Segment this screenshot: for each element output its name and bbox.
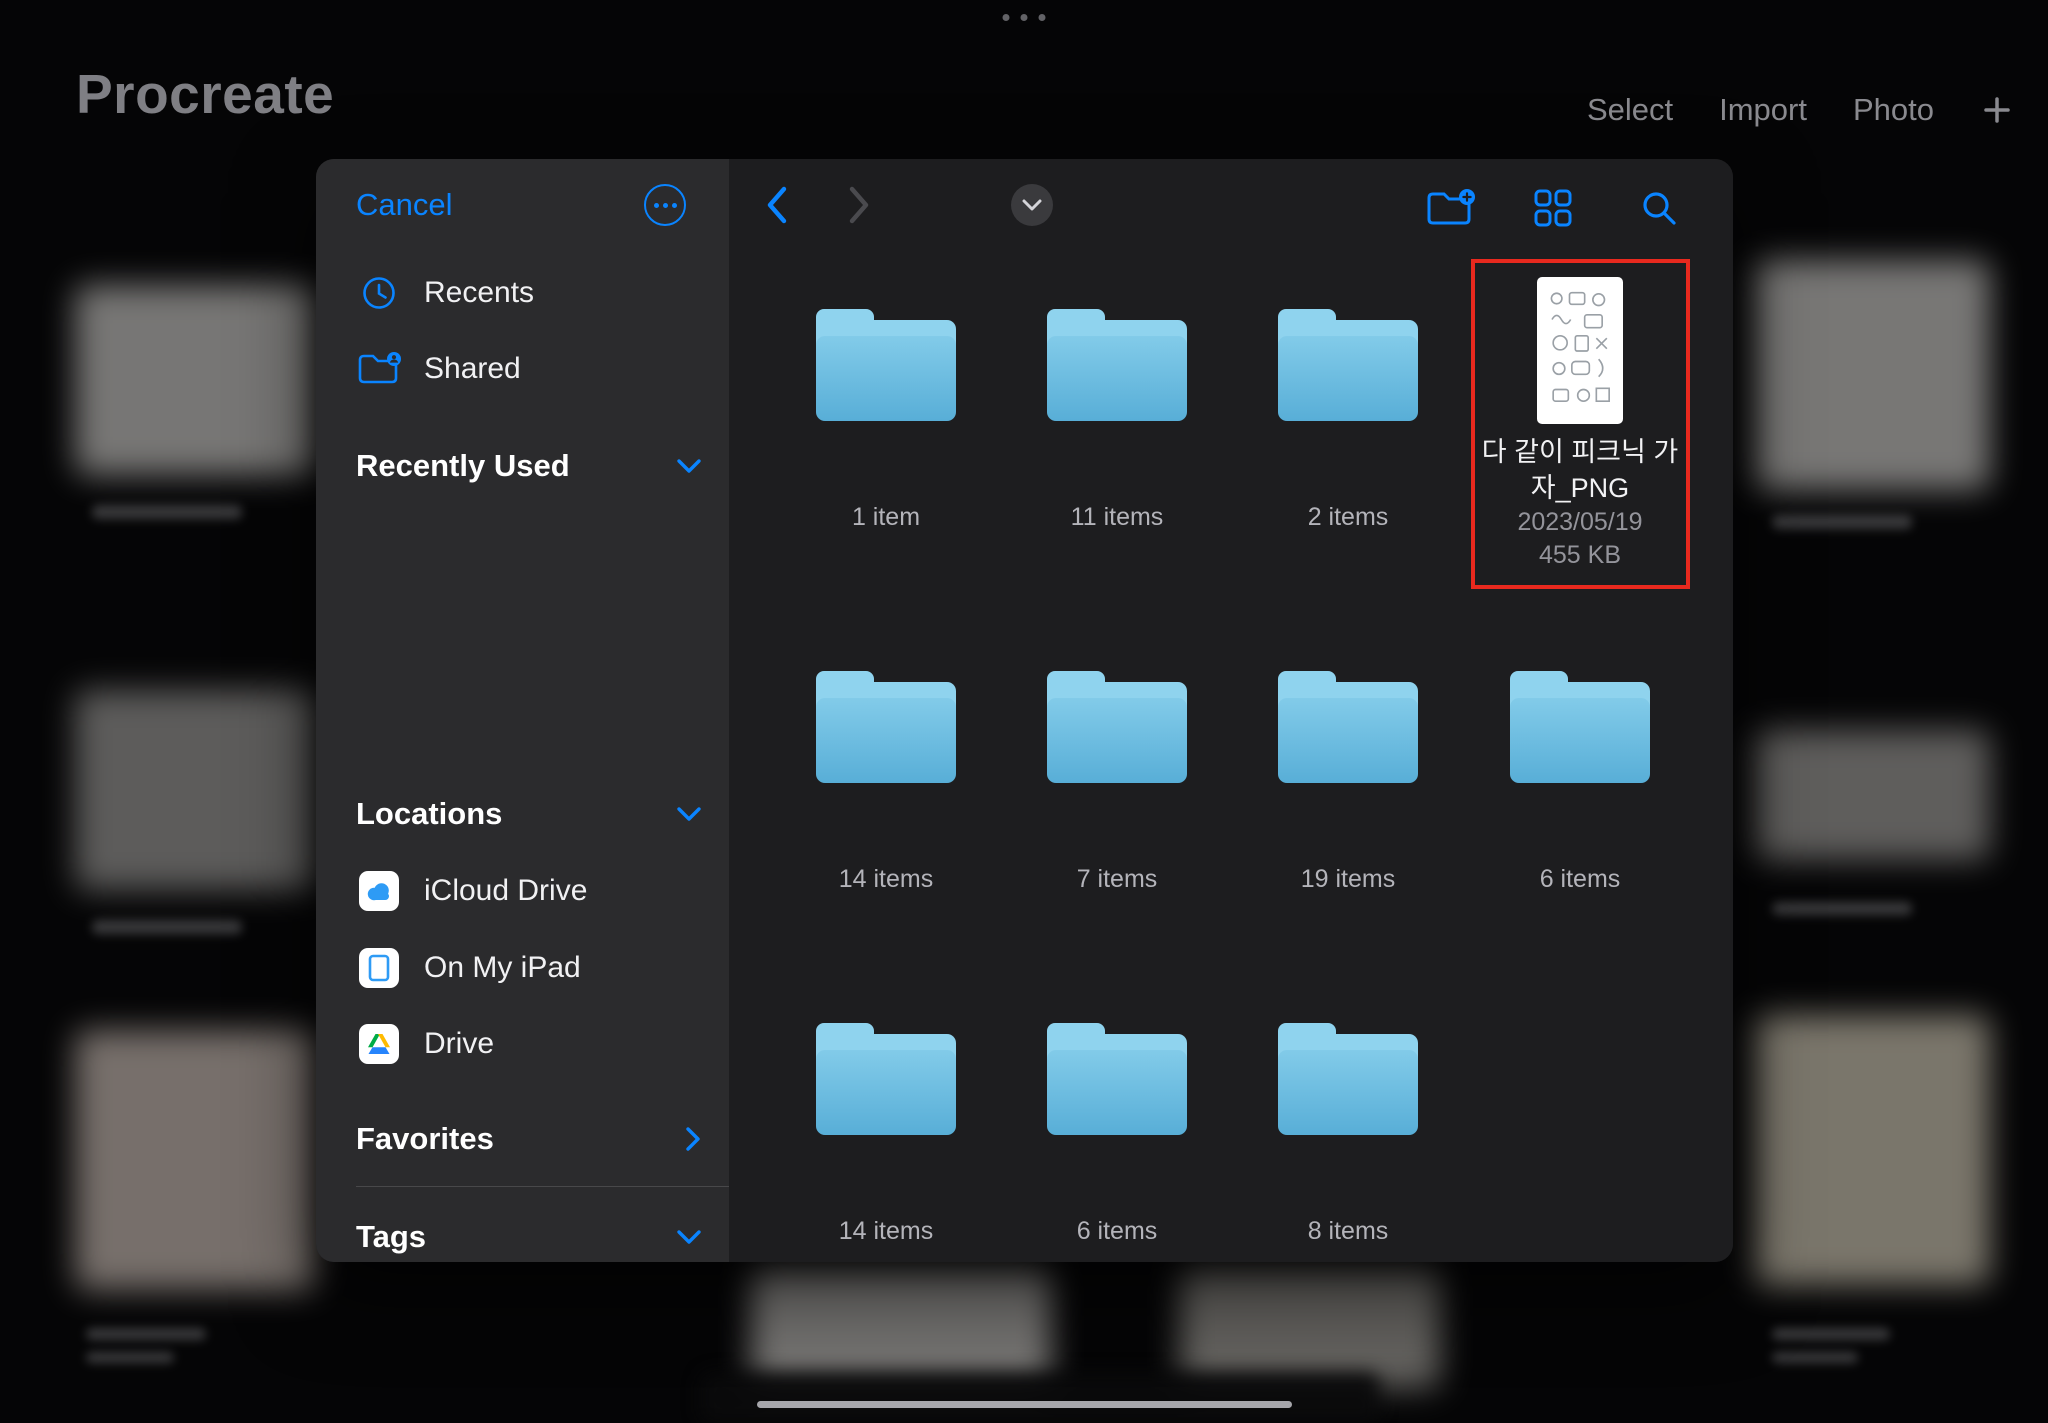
sidebar-divider: [356, 1186, 729, 1187]
back-button[interactable]: [764, 185, 789, 230]
icloud-drive-icon: [359, 871, 399, 911]
section-locations[interactable]: Locations: [356, 790, 702, 838]
grid-icon: [1533, 188, 1573, 228]
blurred-artwork: [1755, 1015, 1990, 1285]
sidebar-item-label: iCloud Drive: [424, 874, 587, 908]
cancel-button[interactable]: Cancel: [356, 187, 453, 223]
chevron-right-icon: [685, 1126, 702, 1152]
section-recently-used[interactable]: Recently Used: [356, 442, 702, 490]
folder-item[interactable]: 2 items: [1238, 309, 1458, 532]
chevron-down-icon: [1022, 199, 1042, 211]
folder-icon: [1047, 309, 1187, 421]
folder-item-count: 8 items: [1308, 1217, 1389, 1246]
blurred-artwork: [751, 1268, 1051, 1388]
section-favorites[interactable]: Favorites: [356, 1115, 702, 1163]
files-picker-modal: Cancel Recents Shared Recently Used: [316, 159, 1733, 1262]
folder-item[interactable]: 8 items: [1238, 1023, 1458, 1246]
grid-view-button[interactable]: [1533, 188, 1573, 233]
sidebar-item-label: On My iPad: [424, 951, 581, 985]
sidebar-item-icloud-drive[interactable]: iCloud Drive: [356, 867, 587, 915]
folder-item[interactable]: 7 items: [1007, 671, 1227, 894]
file-date: 2023/05/19: [1517, 506, 1642, 539]
folder-item-count: 6 items: [1540, 865, 1621, 894]
folder-icon: [1047, 1023, 1187, 1135]
home-indicator[interactable]: [757, 1401, 1292, 1408]
blurred-artwork: [75, 1030, 315, 1290]
ipad-icon: [359, 948, 399, 988]
section-tags[interactable]: Tags: [356, 1213, 702, 1261]
chevron-left-icon: [764, 185, 789, 225]
blurred-artwork: [700, 1372, 1380, 1423]
search-icon: [1639, 188, 1679, 228]
sidebar-item-on-my-ipad[interactable]: On My iPad: [356, 944, 581, 992]
more-options-button[interactable]: [644, 184, 686, 226]
chevron-down-icon: [676, 458, 702, 475]
file-name: 다 같이 피크닉 가 자_PNG: [1482, 434, 1678, 506]
folder-item-count: 14 items: [839, 865, 933, 894]
blurred-artwork: [1755, 260, 1990, 490]
sidebar-item-label: Drive: [424, 1027, 494, 1061]
sidebar-item-label: Recents: [424, 276, 534, 310]
multitask-dots-handle[interactable]: [1003, 14, 1046, 21]
photo-button[interactable]: Photo: [1853, 92, 1934, 128]
new-folder-button[interactable]: [1426, 188, 1476, 233]
blurred-artwork: [75, 285, 315, 475]
select-button[interactable]: Select: [1587, 92, 1673, 128]
folder-item[interactable]: 14 items: [776, 671, 996, 894]
folder-icon: [1278, 1023, 1418, 1135]
shared-folder-icon: [356, 351, 402, 387]
chevron-right-icon: [847, 185, 872, 225]
google-drive-icon: [359, 1024, 399, 1064]
sidebar-item-google-drive[interactable]: Drive: [356, 1020, 494, 1068]
sidebar-item-label: Shared: [424, 352, 521, 386]
folder-item[interactable]: 6 items: [1470, 671, 1690, 894]
folder-item-count: 6 items: [1077, 1217, 1158, 1246]
file-item-png[interactable]: 다 같이 피크닉 가 자_PNG 2023/05/19 455 KB: [1470, 277, 1690, 572]
folder-item-count: 2 items: [1308, 503, 1389, 532]
folder-item[interactable]: 14 items: [776, 1023, 996, 1246]
folder-icon: [1278, 309, 1418, 421]
folder-icon: [1278, 671, 1418, 783]
folder-item[interactable]: 1 item: [776, 309, 996, 532]
import-button[interactable]: Import: [1719, 92, 1807, 128]
folder-item-count: 19 items: [1301, 865, 1395, 894]
blurred-artwork: [1755, 730, 1990, 860]
clock-icon: [356, 274, 402, 312]
chevron-down-icon: [676, 806, 702, 823]
files-sidebar: Cancel Recents Shared Recently Used: [316, 159, 729, 1262]
gallery-actions: Select Import Photo: [1587, 92, 2014, 128]
folder-item-count: 14 items: [839, 1217, 933, 1246]
file-size: 455 KB: [1539, 539, 1621, 572]
sidebar-item-recents[interactable]: Recents: [356, 269, 534, 317]
app-title: Procreate: [76, 62, 334, 126]
files-browser-content: 1 item 11 items 2 items: [729, 159, 1733, 1262]
folder-item-count: 1 item: [852, 503, 920, 532]
folder-item[interactable]: 6 items: [1007, 1023, 1227, 1246]
search-button[interactable]: [1639, 188, 1679, 233]
folder-icon: [816, 671, 956, 783]
forward-button[interactable]: [847, 185, 872, 230]
folder-icon: [1510, 671, 1650, 783]
title-dropdown-button[interactable]: [1011, 184, 1053, 226]
blurred-artwork: [1180, 1268, 1440, 1388]
new-folder-icon: [1426, 188, 1476, 228]
folder-item[interactable]: 11 items: [1007, 309, 1227, 532]
folder-item-count: 11 items: [1071, 503, 1164, 532]
folder-icon: [1047, 671, 1187, 783]
file-thumbnail: [1537, 277, 1623, 424]
chevron-down-icon: [676, 1229, 702, 1246]
sidebar-item-shared[interactable]: Shared: [356, 345, 521, 393]
plus-icon: [1980, 93, 2014, 127]
folder-icon: [816, 1023, 956, 1135]
folder-item-count: 7 items: [1077, 865, 1158, 894]
folder-icon: [816, 309, 956, 421]
add-canvas-button[interactable]: [1980, 93, 2014, 127]
folder-item[interactable]: 19 items: [1238, 671, 1458, 894]
blurred-artwork: [75, 690, 315, 890]
